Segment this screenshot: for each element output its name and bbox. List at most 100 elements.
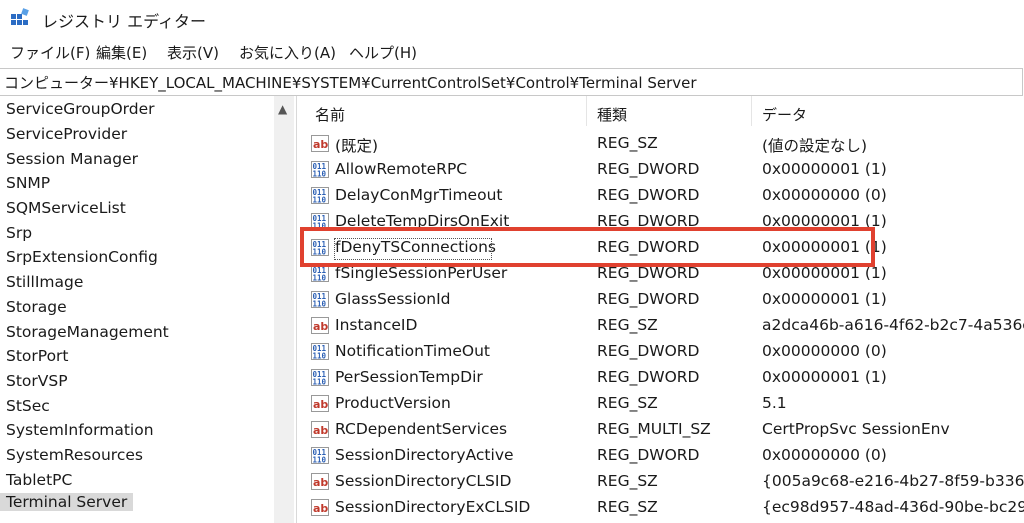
- binary-value-icon: 011110: [311, 291, 329, 308]
- value-data: (値の設定なし): [762, 137, 868, 155]
- value-data: 0x00000001 (1): [762, 160, 887, 178]
- value-row[interactable]: 011 110 PerSessionTempDir REG_DWORD 0x000…: [297, 365, 1024, 391]
- value-type: REG_SZ: [597, 498, 658, 516]
- value-row[interactable]: 011 110 NotificationTimeOut REG_DWORD 0x0…: [297, 339, 1024, 365]
- value-row[interactable]: ab SessionDirectoryExCLSID REG_SZ {ec98d…: [297, 495, 1024, 521]
- value-name: ProductVersion: [335, 394, 451, 412]
- value-data: CertPropSvc SessionEnv: [762, 420, 950, 438]
- value-row[interactable]: ab (既定) REG_SZ (値の設定なし): [297, 131, 1024, 157]
- tree-item[interactable]: StorageManagement: [6, 323, 169, 341]
- tree-scrollbar[interactable]: ▲: [274, 96, 294, 523]
- binary-value-icon: 011110: [311, 161, 329, 178]
- column-header-type[interactable]: 種類: [597, 104, 627, 125]
- value-row[interactable]: 011 110 GlassSessionId REG_DWORD 0x000000…: [297, 287, 1024, 313]
- column-header-data[interactable]: データ: [762, 104, 807, 125]
- svg-text:110: 110: [313, 170, 327, 179]
- value-type: REG_DWORD: [597, 186, 700, 204]
- value-type: REG_DWORD: [597, 342, 700, 360]
- string-value-icon: ab: [311, 421, 329, 438]
- svg-text:ab: ab: [313, 424, 328, 437]
- value-type: REG_MULTI_SZ: [597, 420, 711, 438]
- value-type: REG_DWORD: [597, 368, 700, 386]
- window-title: レジストリ エディター: [42, 12, 206, 31]
- tree-item[interactable]: SystemInformation: [6, 421, 154, 439]
- tree-item[interactable]: Session Manager: [6, 150, 138, 168]
- value-data: 0x00000000 (0): [762, 342, 887, 360]
- tree-item[interactable]: Srp: [6, 224, 32, 242]
- tree-item[interactable]: StorVSP: [6, 372, 68, 390]
- column-header-name[interactable]: 名前: [315, 104, 345, 125]
- tree-item[interactable]: SQMServiceList: [6, 199, 126, 217]
- value-type: REG_DWORD: [597, 446, 700, 464]
- svg-text:110: 110: [313, 274, 327, 283]
- string-value-icon: ab: [311, 499, 329, 516]
- tree-item[interactable]: ServiceGroupOrder: [6, 100, 155, 118]
- svg-text:ab: ab: [313, 138, 328, 151]
- value-name: GlassSessionId: [335, 290, 451, 308]
- menu-favorites[interactable]: お気に入り(A): [239, 42, 336, 63]
- highlight-annotation-box: [300, 227, 875, 267]
- tree-item[interactable]: SrpExtensionConfig: [6, 248, 158, 266]
- string-value-icon: ab: [311, 317, 329, 334]
- value-row[interactable]: ab SessionDirectoryCLSID REG_SZ {005a9c6…: [297, 469, 1024, 495]
- column-separator[interactable]: [586, 96, 587, 126]
- tree-item[interactable]: StSec: [6, 397, 50, 415]
- menu-bar: ファイル(F) 編集(E) 表示(V) お気に入り(A) ヘルプ(H): [0, 38, 1024, 66]
- column-separator[interactable]: [751, 96, 752, 126]
- menu-view[interactable]: 表示(V): [167, 42, 219, 63]
- menu-help[interactable]: ヘルプ(H): [349, 42, 417, 63]
- tree-item[interactable]: ServiceProvider: [6, 125, 127, 143]
- tree-item[interactable]: SystemResources: [6, 446, 143, 464]
- value-type: REG_SZ: [597, 394, 658, 412]
- binary-value-icon: 011110: [311, 187, 329, 204]
- registry-editor-icon: [11, 8, 29, 25]
- menu-file[interactable]: ファイル(F): [10, 42, 90, 63]
- svg-text:110: 110: [313, 352, 327, 361]
- address-path: コンピューター¥HKEY_LOCAL_MACHINE¥SYSTEM¥Curren…: [4, 74, 697, 92]
- address-bar[interactable]: コンピューター¥HKEY_LOCAL_MACHINE¥SYSTEM¥Curren…: [0, 68, 1023, 96]
- value-row[interactable]: ab RCDependentServices REG_MULTI_SZ Cert…: [297, 417, 1024, 443]
- value-data: 0x00000001 (1): [762, 368, 887, 386]
- value-type: REG_SZ: [597, 472, 658, 490]
- svg-text:110: 110: [313, 300, 327, 309]
- svg-text:ab: ab: [313, 502, 328, 515]
- tree-item[interactable]: TabletPC: [6, 471, 72, 489]
- value-name: PerSessionTempDir: [335, 368, 483, 386]
- value-row[interactable]: 011 110 AllowRemoteRPC REG_DWORD 0x000000…: [297, 157, 1024, 183]
- tree-item[interactable]: SNMP: [6, 174, 50, 192]
- value-name: NotificationTimeOut: [335, 342, 490, 360]
- value-row[interactable]: 011 110 DelayConMgrTimeout REG_DWORD 0x00…: [297, 183, 1024, 209]
- value-data: a2dca46b-a616-4f62-b2c7-4a536c4: [762, 316, 1024, 334]
- title-bar: レジストリ エディター: [0, 0, 1024, 36]
- value-type: REG_SZ: [597, 316, 658, 334]
- svg-text:110: 110: [313, 378, 327, 387]
- value-name: SessionDirectoryActive: [335, 446, 514, 464]
- tree-item[interactable]: StillImage: [6, 273, 83, 291]
- value-name: SessionDirectoryExCLSID: [335, 498, 531, 516]
- binary-value-icon: 011110: [311, 369, 329, 386]
- value-row[interactable]: ab InstanceID REG_SZ a2dca46b-a616-4f62-…: [297, 313, 1024, 339]
- binary-value-icon: 011110: [311, 343, 329, 360]
- svg-text:ab: ab: [313, 320, 328, 333]
- value-row[interactable]: ab ProductVersion REG_SZ 5.1: [297, 391, 1024, 417]
- string-value-icon: ab: [311, 473, 329, 490]
- svg-text:110: 110: [313, 196, 327, 205]
- scroll-up-arrow-icon[interactable]: ▲: [278, 102, 287, 116]
- value-name: InstanceID: [335, 316, 418, 334]
- tree-item[interactable]: Storage: [6, 298, 67, 316]
- string-value-icon: ab: [311, 395, 329, 412]
- value-type: REG_DWORD: [597, 160, 700, 178]
- value-data: {ec98d957-48ad-436d-90be-bc291f4: [762, 498, 1024, 516]
- tree-item-selected[interactable]: Terminal Server: [0, 493, 134, 511]
- value-data: 5.1: [762, 394, 787, 412]
- value-type: REG_SZ: [597, 134, 658, 152]
- menu-edit[interactable]: 編集(E): [96, 42, 147, 63]
- tree-item[interactable]: StorPort: [6, 347, 69, 365]
- value-row[interactable]: 011 110 SessionDirectoryActive REG_DWORD …: [297, 443, 1024, 469]
- binary-value-icon: 011110: [311, 265, 329, 282]
- value-name: AllowRemoteRPC: [335, 160, 468, 178]
- value-data: {005a9c68-e216-4b27-8f59-b336829b: [762, 472, 1024, 490]
- key-tree: ServiceGroupOrder ServiceProvider Sessio…: [0, 96, 297, 523]
- binary-value-icon: 011110: [311, 447, 329, 464]
- value-name: SessionDirectoryCLSID: [335, 472, 512, 490]
